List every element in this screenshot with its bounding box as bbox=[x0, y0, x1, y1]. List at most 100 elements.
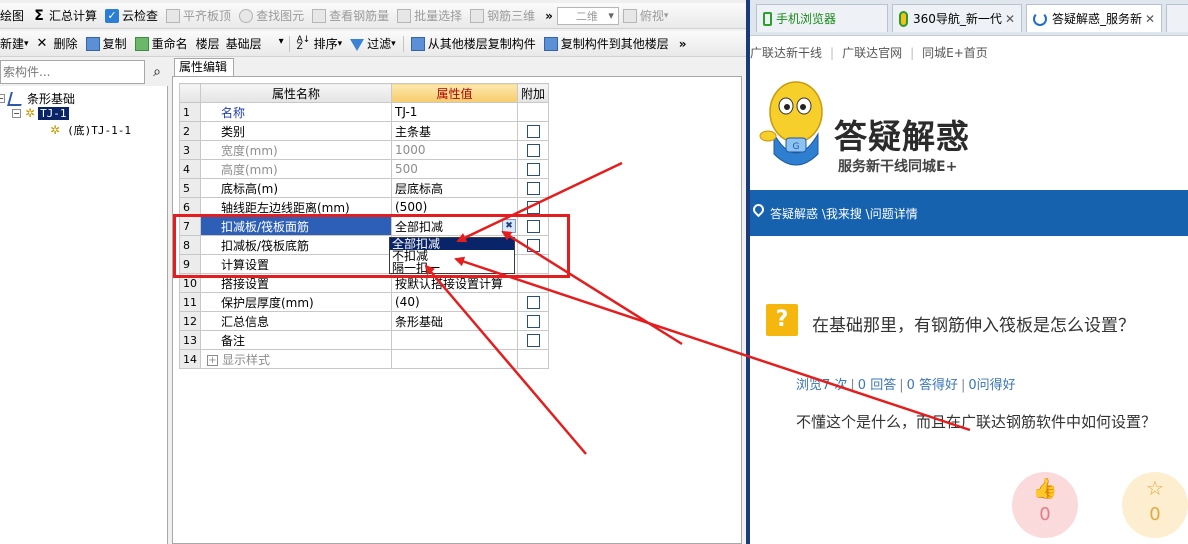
like-button[interactable]: 👍 0 bbox=[1012, 472, 1078, 538]
view-mode-icon bbox=[622, 8, 637, 23]
table-row[interactable]: 14 + 显示样式 bbox=[179, 349, 550, 369]
copy-from-other-floor-button[interactable]: 从其他楼层复制构件 bbox=[407, 33, 540, 55]
property-value[interactable]: 500 bbox=[391, 159, 518, 179]
chevron-down-icon[interactable]: ✖ bbox=[502, 219, 516, 233]
new-component-button[interactable]: 新建 bbox=[0, 33, 33, 55]
tab-mobile-browser[interactable]: 手机浏览器 bbox=[756, 4, 888, 32]
table-row[interactable]: 13 备注 bbox=[179, 330, 550, 350]
extra-checkbox[interactable] bbox=[526, 295, 540, 309]
property-name: 扣减板/筏板面筋 bbox=[200, 216, 392, 236]
property-name: 扣减板/筏板底筋 bbox=[200, 235, 392, 255]
row-number: 4 bbox=[179, 159, 201, 179]
extra-checkbox[interactable] bbox=[526, 314, 540, 328]
table-row[interactable]: 12 汇总信息 条形基础 bbox=[179, 311, 550, 331]
link-glodon-official[interactable]: 广联达官网 bbox=[842, 46, 902, 60]
rebar-3d-button[interactable]: 钢筋三维 bbox=[466, 5, 539, 27]
tree-collapse-icon[interactable]: − bbox=[0, 94, 5, 103]
row-number: 2 bbox=[179, 121, 201, 141]
table-row[interactable]: 6 轴线距左边线距离(mm) (500) bbox=[179, 197, 550, 217]
close-icon[interactable]: ✕ bbox=[1005, 12, 1015, 26]
extra-checkbox[interactable] bbox=[526, 143, 540, 157]
extra-checkbox[interactable] bbox=[526, 238, 540, 252]
table-row[interactable]: 5 底标高(m) 层底标高 bbox=[179, 178, 550, 198]
copy-to-other-floor-button[interactable]: 复制构件到其他楼层 bbox=[540, 33, 673, 55]
tab-partial[interactable] bbox=[1166, 4, 1188, 32]
view-rebar-qty-label: 查看钢筋量 bbox=[329, 9, 390, 23]
tree-node-tj-1[interactable]: − ✲ TJ-1 bbox=[12, 106, 69, 120]
find-element-button[interactable]: 查找图元 bbox=[235, 5, 308, 27]
draw-button[interactable]: 绘图 bbox=[0, 5, 28, 27]
extra-checkbox[interactable] bbox=[526, 181, 540, 195]
component-search-input[interactable]: 索构件... bbox=[0, 60, 145, 84]
property-value-dropdown[interactable]: 全部扣减 ✖ bbox=[391, 216, 518, 236]
property-value[interactable] bbox=[391, 349, 518, 369]
extra-checkbox[interactable] bbox=[526, 333, 540, 347]
extra-cell bbox=[516, 273, 550, 293]
rename-button[interactable]: 重命名 bbox=[131, 33, 192, 55]
expand-plus-icon[interactable]: + bbox=[207, 354, 218, 366]
property-value[interactable]: 条形基础 bbox=[391, 311, 518, 331]
toolbar2-overflow-button[interactable]: » bbox=[673, 37, 691, 51]
tab-360-nav[interactable]: 360导航_新一代 ✕ bbox=[892, 4, 1022, 32]
extra-checkbox[interactable] bbox=[526, 124, 540, 138]
tab-property-edit[interactable]: 属性编辑 bbox=[174, 58, 234, 76]
extra-checkbox[interactable] bbox=[526, 219, 540, 233]
extra-cell bbox=[516, 254, 550, 274]
tab-label: 360导航_新一代 bbox=[913, 12, 1002, 26]
search-icon[interactable]: ⌕ bbox=[146, 60, 168, 84]
delete-x-icon: ✕ bbox=[36, 35, 48, 51]
flush-slab-top-button[interactable]: 平齐板顶 bbox=[162, 5, 235, 27]
property-value[interactable]: TJ-1 bbox=[391, 102, 518, 122]
close-icon[interactable]: ✕ bbox=[1145, 12, 1155, 26]
sort-button[interactable]: A↓ Z 排序 bbox=[293, 33, 347, 55]
property-value[interactable]: 按默认搭接设置计算 bbox=[391, 273, 518, 293]
copy-button[interactable]: 复制 bbox=[82, 33, 131, 55]
option-alternate-deduct[interactable]: 隔一扣一 bbox=[390, 262, 514, 274]
table-row[interactable]: 2 类别 主条基 bbox=[179, 121, 550, 141]
table-row[interactable]: 11 保护层厚度(mm) (40) bbox=[179, 292, 550, 312]
browser-tab-strip: 手机浏览器 360导航_新一代 ✕ 答疑解惑_服务新 ✕ bbox=[750, 0, 1188, 36]
table-row[interactable]: 1 名称 TJ-1 bbox=[179, 102, 550, 122]
batch-select-button[interactable]: 批量选择 bbox=[393, 5, 466, 27]
site-logo-title: 答疑解惑 bbox=[834, 117, 970, 156]
table-row[interactable]: 3 宽度(mm) 1000 bbox=[179, 140, 550, 160]
flush-slab-icon bbox=[166, 8, 181, 23]
view-mode-dropdown[interactable]: 俯视 bbox=[619, 5, 673, 27]
delete-label: 删除 bbox=[53, 37, 78, 51]
summary-calc-button[interactable]: Σ 汇总计算 bbox=[28, 5, 101, 27]
link-tongcheng-home[interactable]: 同城E+首页 bbox=[922, 46, 988, 60]
tree-node-strip-foundation[interactable]: − 条形基础 bbox=[0, 90, 75, 107]
breadcrumb-text[interactable]: 答疑解惑 \我来搜 \问题详情 bbox=[770, 205, 918, 222]
dropdown-current-value: 全部扣减 bbox=[395, 219, 444, 234]
tab-qa-page[interactable]: 答疑解惑_服务新 ✕ bbox=[1026, 4, 1162, 32]
extra-cell bbox=[516, 121, 550, 141]
extra-cell bbox=[516, 349, 550, 369]
toolbar1-overflow-button[interactable]: » bbox=[539, 9, 557, 23]
tree-node-tj-1-1[interactable]: ✲ (底)TJ-1-1 bbox=[50, 122, 131, 138]
table-row[interactable]: 4 高度(mm) 500 bbox=[179, 159, 550, 179]
link-glodon-newline[interactable]: 广联达新干线 bbox=[750, 46, 822, 60]
extra-checkbox[interactable] bbox=[526, 162, 540, 176]
property-value[interactable]: 主条基 bbox=[391, 121, 518, 141]
copy-label: 复制 bbox=[102, 37, 127, 51]
favorite-button[interactable]: ☆ 0 bbox=[1122, 472, 1188, 538]
extra-cell bbox=[516, 311, 550, 331]
table-row[interactable]: 10 搭接设置 按默认搭接设置计算 bbox=[179, 273, 550, 293]
view-rebar-qty-button[interactable]: 查看钢筋量 bbox=[308, 5, 393, 27]
extra-checkbox[interactable] bbox=[526, 200, 540, 214]
property-name[interactable]: + 显示样式 bbox=[200, 349, 392, 369]
table-row-selected[interactable]: 7 扣减板/筏板面筋 全部扣减 ✖ bbox=[179, 216, 550, 236]
delete-button[interactable]: ✕ 删除 bbox=[33, 33, 82, 55]
row-number: 12 bbox=[179, 311, 201, 331]
cloud-check-button[interactable]: ✓ 云检查 bbox=[101, 5, 162, 27]
filter-button[interactable]: 过滤 bbox=[346, 33, 400, 55]
property-value[interactable]: (40) bbox=[391, 292, 518, 312]
floor-select[interactable]: 基础层 bbox=[224, 35, 286, 53]
property-value[interactable]: 层底标高 bbox=[391, 178, 518, 198]
property-value[interactable]: (500) bbox=[391, 197, 518, 217]
property-value[interactable] bbox=[391, 330, 518, 350]
view-dimension-dropdown[interactable]: 二维 bbox=[556, 6, 619, 25]
property-value[interactable]: 1000 bbox=[391, 140, 518, 160]
batch-select-icon bbox=[397, 8, 412, 23]
tree-collapse-icon[interactable]: − bbox=[12, 108, 21, 118]
